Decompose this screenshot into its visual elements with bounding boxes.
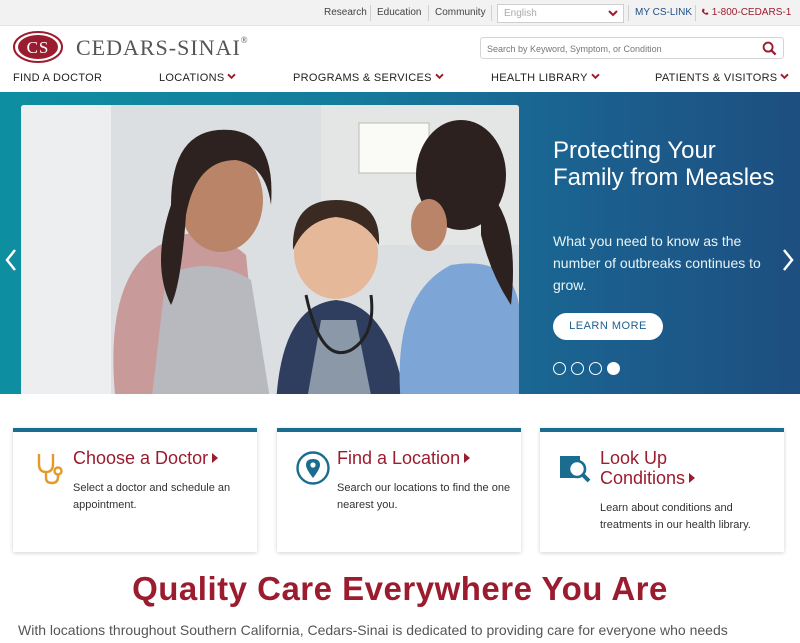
education-link[interactable]: Education (377, 0, 421, 26)
carousel-prev-arrow-icon[interactable] (3, 247, 19, 273)
arrow-right-icon (464, 453, 471, 463)
svg-text:CS: CS (27, 38, 50, 57)
carousel-dot-1[interactable] (553, 362, 566, 375)
location-pin-icon (296, 451, 330, 485)
section-intro: With locations throughout Southern Calif… (18, 622, 728, 638)
main-navigation: FIND A DOCTOR LOCATIONS PROGRAMS & SERVI… (0, 70, 800, 90)
chevron-down-icon (608, 10, 618, 17)
logo-seal-icon: CS (13, 31, 63, 63)
divider (370, 5, 371, 21)
utility-bar: Research Education Community English MY … (0, 0, 800, 26)
logo-wordmark: CEDARS-SINAI® (76, 35, 249, 60)
divider (628, 5, 629, 21)
divider (428, 5, 429, 21)
divider (491, 5, 492, 21)
divider (695, 5, 696, 21)
phone-link[interactable]: 1-800-CEDARS-1 (701, 0, 791, 26)
hero-image (21, 105, 519, 394)
hero-description: What you need to know as the number of o… (553, 233, 761, 293)
research-link[interactable]: Research (324, 0, 367, 26)
magnifier-document-icon (560, 456, 591, 483)
look-up-conditions-card[interactable]: Look Up Conditions Learn about condition… (540, 428, 784, 552)
nav-patients-visitors[interactable]: PATIENTS & VISITORS (655, 72, 790, 84)
carousel-dot-2[interactable] (571, 362, 584, 375)
nav-find-a-doctor[interactable]: FIND A DOCTOR (13, 72, 102, 84)
search-input[interactable] (487, 41, 757, 56)
card-description: Select a doctor and schedule an appointm… (73, 482, 231, 511)
chevron-down-icon (435, 73, 444, 80)
chevron-down-icon (227, 73, 237, 80)
search-icon[interactable] (762, 41, 777, 56)
community-link[interactable]: Community (435, 0, 486, 26)
my-cs-link[interactable]: MY CS-LINK (635, 0, 692, 26)
carousel-dot-4[interactable] (607, 362, 620, 375)
hero-title: Protecting Your Family from Measles (553, 137, 775, 191)
phone-icon (701, 8, 709, 15)
language-select[interactable]: English (497, 4, 624, 23)
search-box (480, 37, 784, 59)
cedars-sinai-logo[interactable]: CS CEDARS-SINAI® (13, 31, 248, 65)
choose-doctor-card[interactable]: Choose a Doctor Select a doctor and sche… (13, 428, 257, 552)
phone-number: 1-800-CEDARS-1 (711, 7, 792, 18)
find-location-card[interactable]: Find a Location Search our locations to … (277, 428, 521, 552)
card-title[interactable]: Choose a Doctor (73, 448, 219, 468)
nav-health-library[interactable]: HEALTH LIBRARY (491, 72, 600, 84)
card-description: Learn about conditions and treatments in… (600, 502, 751, 531)
language-value: English (504, 8, 537, 19)
nav-locations[interactable]: LOCATIONS (159, 72, 237, 84)
stethoscope-icon (37, 454, 63, 485)
arrow-right-icon (212, 453, 219, 463)
nav-programs-services[interactable]: PROGRAMS & SERVICES (293, 72, 444, 84)
card-description: Search our locations to find the one nea… (337, 482, 511, 511)
card-title[interactable]: Look Up Conditions (600, 448, 696, 488)
section-heading: Quality Care Everywhere You Are (132, 570, 668, 607)
learn-more-button[interactable]: LEARN MORE (553, 313, 663, 340)
carousel-dot-3[interactable] (589, 362, 602, 375)
card-title[interactable]: Find a Location (337, 448, 471, 468)
arrow-right-icon (689, 473, 696, 483)
chevron-down-icon (591, 73, 600, 80)
carousel-next-arrow-icon[interactable] (780, 247, 796, 273)
hero-carousel: Protecting Your Family from Measles What… (0, 92, 800, 394)
chevron-down-icon (780, 73, 790, 80)
